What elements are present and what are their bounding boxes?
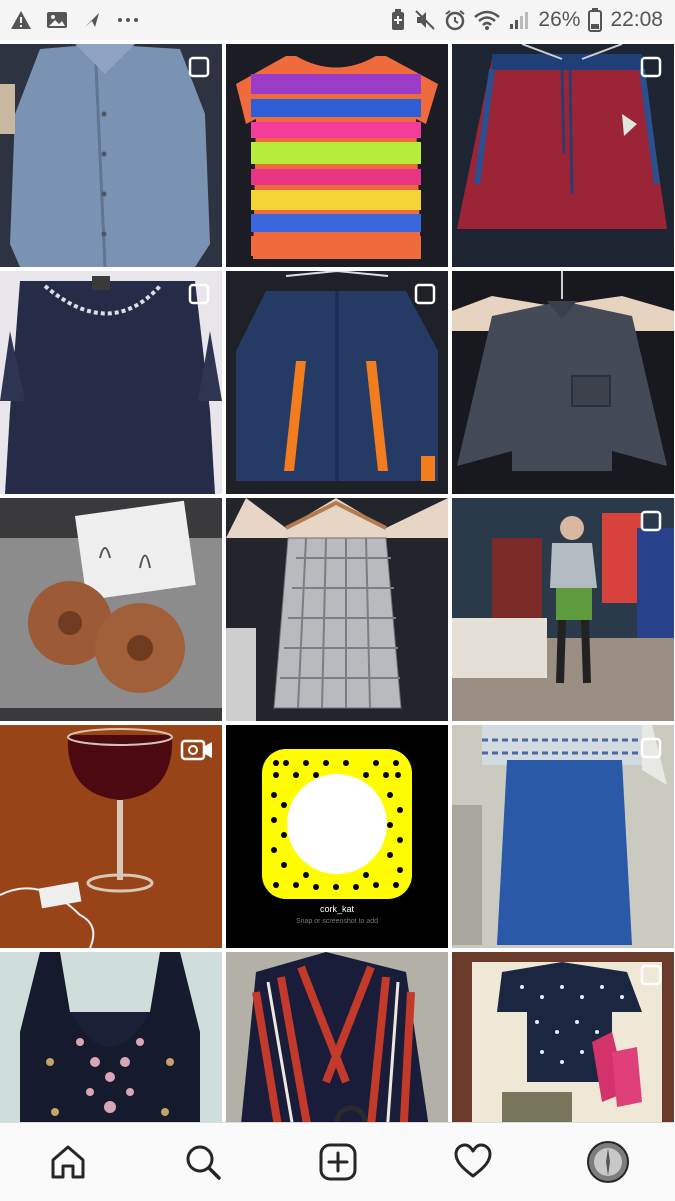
post-snapcode[interactable]: cork_kat Snap or screenshot to add [226,725,448,948]
profile-button[interactable] [578,1132,638,1192]
post-wooden-earrings[interactable] [0,498,222,721]
multiple-photos-icon [640,964,662,986]
home-button[interactable] [38,1132,98,1192]
profile-avatar [586,1141,629,1183]
multiple-photos-icon [188,56,210,78]
signal-icon [508,9,530,31]
warning-icon [10,10,32,30]
multiple-photos-icon [640,56,662,78]
post-red-skirt[interactable] [452,44,674,267]
home-icon [51,1145,84,1179]
clock: 22:08 [610,8,663,31]
add-post-icon [319,1143,356,1181]
video-icon [180,739,212,761]
post-grey-cropped-shirt[interactable] [452,271,674,494]
snapcode-username: cork_kat [319,904,354,914]
snapcode-graphic [226,725,448,948]
battery-saver-icon [390,9,406,31]
snapcode-caption: Snap or screenshot to add [295,918,379,925]
multiple-photos-icon [414,283,436,305]
navigation-icon [82,10,102,30]
post-shop-interior[interactable] [452,498,674,721]
post-red-wine-video[interactable] [0,725,222,948]
search-icon [186,1145,221,1180]
battery-percentage: 26% [538,8,581,31]
search-button[interactable] [173,1132,233,1192]
heart-icon [454,1143,491,1178]
activity-button[interactable] [443,1132,503,1192]
more-notifications-icon [116,10,140,30]
new-post-button[interactable] [308,1132,368,1192]
post-blue-skirt-sweater[interactable] [452,725,674,948]
status-bar: 26% 22:08 [0,0,675,40]
post-check-skirt[interactable] [226,498,448,721]
alarm-icon [444,9,466,31]
wifi-icon [474,9,501,31]
post-navy-jacket[interactable] [226,271,448,494]
gallery-icon [46,10,68,30]
battery-icon [588,8,603,32]
post-denim-shirt[interactable] [0,44,222,267]
photo-grid: cork_kat Snap or screenshot to add [0,44,675,1175]
multiple-photos-icon [640,737,662,759]
multiple-photos-icon [640,510,662,532]
multiple-photos-icon [188,283,210,305]
mute-icon [414,9,436,31]
post-aztec-knit-top[interactable] [226,44,448,267]
bottom-navigation [0,1122,675,1201]
post-navy-dress[interactable] [0,271,222,494]
